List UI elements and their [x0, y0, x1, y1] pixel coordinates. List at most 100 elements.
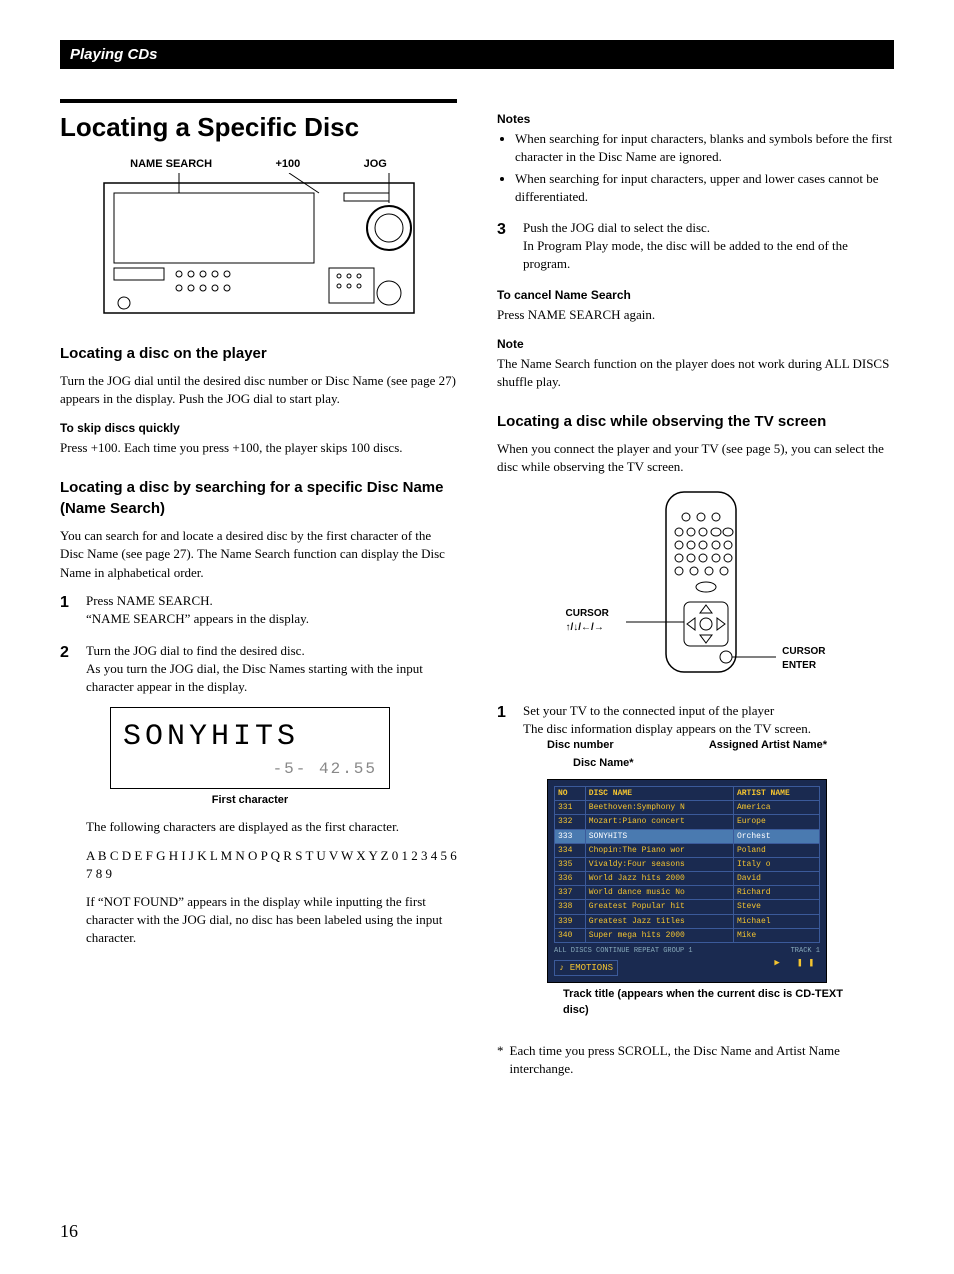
tv-cell-disc: Mozart:Piano concert	[585, 815, 733, 829]
remote-label-cursor-enter1: CURSOR	[782, 646, 825, 657]
heading-tv-screen: Locating a disc while observing the TV s…	[497, 411, 894, 432]
tv-cell-disc: Vivaldy:Four seasons	[585, 857, 733, 871]
step-3: 3 Push the JOG dial to select the disc. …	[497, 219, 894, 274]
tv-step-1: 1 Set your TV to the connected input of …	[497, 702, 894, 1028]
step2-line1: Turn the JOG dial to find the desired di…	[86, 643, 305, 658]
section-title: Playing CDs	[70, 46, 158, 63]
step3-line1: Push the JOG dial to select the disc.	[523, 220, 710, 235]
step-1: 1 Press NAME SEARCH. “NAME SEARCH” appea…	[60, 592, 457, 628]
tv-cell-no: 338	[555, 900, 586, 914]
tv-cell-artist: Italy o	[733, 857, 819, 871]
tv-row: 334Chopin:The Piano worPoland	[555, 843, 820, 857]
main-title: Locating a Specific Disc	[60, 109, 457, 145]
tv-row: 338Greatest Popular hitSteve	[555, 900, 820, 914]
tv-cell-no: 337	[555, 886, 586, 900]
tv-cell-disc: Super mega hits 2000	[585, 928, 733, 942]
heading-name-search: Locating a disc by searching for a speci…	[60, 477, 457, 519]
tv-cell-no: 340	[555, 928, 586, 942]
notes-list: When searching for input characters, bla…	[497, 130, 894, 207]
tv-row: 339Greatest Jazz titlesMichael	[555, 914, 820, 928]
tv-th-artist: ARTIST NAME	[733, 786, 819, 800]
tv-cell-disc: World Jazz hits 2000	[585, 872, 733, 886]
tv-cell-disc: Beethoven:Symphony N	[585, 801, 733, 815]
lcd-display: SONYHITS -5- 42.55	[110, 707, 390, 789]
tv-cell-artist: Orchest	[733, 829, 819, 843]
tv-cell-no: 339	[555, 914, 586, 928]
step3-line2: In Program Play mode, the disc will be a…	[523, 238, 848, 271]
tv-screen-display: NO DISC NAME ARTIST NAME 331Beethoven:Sy…	[547, 779, 827, 983]
cd-player-illustration	[99, 173, 419, 323]
remote-label-cursor-arrows: CURSOR	[566, 608, 609, 619]
para-char-list: A B C D E F G H I J K L M N O P Q R S T …	[86, 847, 457, 883]
right-column: Notes When searching for input character…	[497, 99, 894, 1089]
tv-th-disc: DISC NAME	[585, 786, 733, 800]
step1-line2: “NAME SEARCH” appears in the display.	[86, 611, 309, 626]
tv-footer-right: TRACK 1	[791, 947, 820, 957]
para-cancel: Press NAME SEARCH again.	[497, 306, 894, 324]
tv-cell-no: 331	[555, 801, 586, 815]
tv-step1-line1: Set your TV to the connected input of th…	[523, 703, 774, 718]
tv-row: 332Mozart:Piano concertEurope	[555, 815, 820, 829]
remote-label-cursor-enter2: ENTER	[782, 660, 816, 671]
page-number: 16	[60, 1219, 78, 1244]
heading-cancel: To cancel Name Search	[497, 287, 894, 304]
tv-cell-artist: Europe	[733, 815, 819, 829]
lcd-caption: First character	[110, 793, 390, 808]
tv-cell-artist: Michael	[733, 914, 819, 928]
tv-cell-disc: Greatest Popular hit	[585, 900, 733, 914]
tv-cell-artist: Richard	[733, 886, 819, 900]
title-rule	[60, 99, 457, 103]
tv-footer-left: ALL DISCS CONTINUE REPEAT GROUP 1	[554, 947, 693, 957]
tv-track-box: ♪ EMOTIONS	[554, 960, 618, 977]
label-jog: JOG	[364, 157, 387, 172]
para-tv-intro: When you connect the player and your TV …	[497, 440, 894, 476]
tv-cell-no: 336	[555, 872, 586, 886]
label-name-search: NAME SEARCH	[130, 157, 212, 172]
tv-disc-table: NO DISC NAME ARTIST NAME 331Beethoven:Sy…	[554, 786, 820, 943]
step-number: 1	[497, 702, 513, 1028]
tv-step1-line2: The disc information display appears on …	[523, 721, 811, 736]
para-single-note: The Name Search function on the player d…	[497, 355, 894, 391]
tv-row: 335Vivaldy:Four seasonsItaly o	[555, 857, 820, 871]
tv-label-discname: Disc Name*	[573, 756, 894, 771]
tv-th-no: NO	[555, 786, 586, 800]
para-skip-quickly: Press +100. Each time you press +100, th…	[60, 439, 457, 457]
tv-cell-artist: David	[733, 872, 819, 886]
para-locate-on-player: Turn the JOG dial until the desired disc…	[60, 372, 457, 408]
step2-line2: As you turn the JOG dial, the Disc Names…	[86, 661, 423, 694]
step-number: 2	[60, 642, 76, 957]
tv-label-artist: Assigned Artist Name*	[709, 738, 827, 753]
heading-single-note: Note	[497, 336, 894, 353]
para-name-search-intro: You can search for and locate a desired …	[60, 527, 457, 582]
tv-caption: Track title (appears when the current di…	[563, 987, 843, 1018]
footnote-star: *	[497, 1042, 504, 1078]
tv-cell-artist: Poland	[733, 843, 819, 857]
tv-cell-artist: Mike	[733, 928, 819, 942]
tv-cell-artist: America	[733, 801, 819, 815]
step1-line1: Press NAME SEARCH.	[86, 593, 213, 608]
para-not-found: If “NOT FOUND” appears in the display wh…	[86, 893, 457, 948]
device-label-row: NAME SEARCH +100 JOG	[99, 157, 419, 172]
para-following-chars: The following characters are displayed a…	[86, 818, 457, 836]
remote-label-arrows-glyph: ↑/↓/←/→	[566, 622, 604, 633]
heading-skip-quickly: To skip discs quickly	[60, 420, 457, 437]
tv-cell-no: 335	[555, 857, 586, 871]
section-header: Playing CDs	[60, 40, 894, 69]
tv-row: 340Super mega hits 2000Mike	[555, 928, 820, 942]
tv-row: 336World Jazz hits 2000David	[555, 872, 820, 886]
notes-heading: Notes	[497, 111, 894, 128]
step-number: 1	[60, 592, 76, 628]
lcd-sub-text: -5- 42.55	[123, 758, 377, 780]
step-number: 3	[497, 219, 513, 274]
label-plus100: +100	[275, 157, 300, 172]
tv-cell-disc: SONYHITS	[585, 829, 733, 843]
tv-cell-disc: World dance music No	[585, 886, 733, 900]
tv-cell-no: 332	[555, 815, 586, 829]
tv-row: 337World dance music NoRichard	[555, 886, 820, 900]
tv-cell-disc: Greatest Jazz titles	[585, 914, 733, 928]
remote-illustration: CURSOR ↑/↓/←/→ CURSOR ENTER	[566, 487, 826, 682]
tv-cell-disc: Chopin:The Piano wor	[585, 843, 733, 857]
note-item: When searching for input characters, upp…	[515, 170, 894, 206]
note-item: When searching for input characters, bla…	[515, 130, 894, 166]
heading-locate-on-player: Locating a disc on the player	[60, 343, 457, 364]
